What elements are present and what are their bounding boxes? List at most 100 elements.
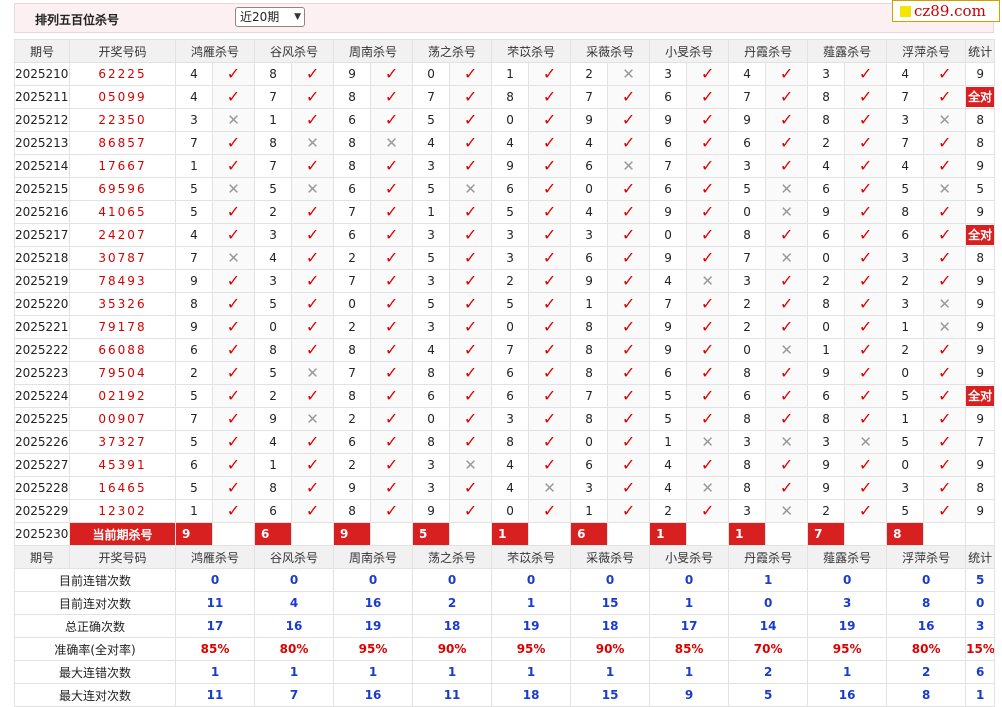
check-icon: ✓ [305,248,320,267]
result-mark-cell: ✓ [370,62,414,86]
site-logo[interactable]: cz89.com [892,0,1000,22]
summary-value: 1 [649,591,730,615]
draw-number-cell: 41065 [69,200,176,224]
check-icon: ✓ [463,248,478,267]
check-icon: ✓ [463,363,478,382]
check-icon: ✓ [463,432,478,451]
result-mark-cell: ✕ [765,200,809,224]
check-icon: ✓ [779,271,794,290]
summary-value: 19 [491,614,572,638]
result-mark-cell: ✓ [370,384,414,408]
kill-number-cell: 5 [886,430,925,454]
period-select[interactable]: 近20期 ▼ [235,7,305,27]
check-icon: ✓ [858,133,873,152]
column-header: 小旻杀号 [649,545,730,569]
kill-number-cell: 4 [570,200,609,224]
result-mark-cell: ✕ [844,430,888,454]
summary-value: 11 [174,683,256,707]
column-header: 荡之杀号 [412,39,493,63]
cross-icon: ✕ [306,409,319,428]
result-mark-cell: ✓ [211,361,256,385]
current-empty-cell [923,522,967,546]
kill-number-cell: 9 [649,315,688,339]
check-icon: ✓ [542,248,557,267]
result-mark-cell: ✓ [211,384,256,408]
result-mark-cell: ✓ [291,292,335,316]
kill-number-cell: 2 [254,384,293,408]
result-mark-cell: ✓ [607,476,651,500]
result-mark-cell: ✓ [765,62,809,86]
check-icon: ✓ [621,110,636,129]
cross-icon: ✕ [859,432,872,451]
summary-value: 16 [333,683,414,707]
check-icon: ✓ [621,501,636,520]
issue-cell: 2025211 [14,85,70,109]
kill-number-cell: 1 [175,499,213,523]
column-header: 丹霞杀号 [728,545,809,569]
result-mark-cell: ✓ [844,361,888,385]
check-icon: ✓ [779,363,794,382]
summary-value: 3 [965,614,996,638]
kill-number-cell: 8 [728,476,767,500]
summary-value: 16 [886,614,967,638]
stat-cell: 全对 [965,223,996,247]
result-mark-cell: ✓ [844,223,888,247]
check-icon: ✓ [858,248,873,267]
check-icon: ✓ [305,225,320,244]
table-row: 2025229 12302 1 ✓ 6 ✓ 8 ✓ 9 ✓ 0 ✓ 1 ✓ 2 ✓ 3 ✕ 2 ✓ 5 ✓ 9 [14,499,996,523]
check-icon: ✓ [384,386,399,405]
kill-number-cell: 7 [649,292,688,316]
draw-number-cell: 05099 [69,85,176,109]
cross-icon: ✕ [938,317,951,336]
kill-number-cell: 4 [491,476,530,500]
stat-cell: 5 [965,177,996,201]
result-mark-cell: ✓ [686,361,730,385]
check-icon: ✓ [937,363,952,382]
column-header: 浮萍杀号 [886,545,967,569]
cross-icon: ✕ [938,294,951,313]
check-icon: ✓ [700,340,715,359]
issue-cell: 2025213 [14,131,70,155]
kill-number-cell: 7 [333,361,372,385]
check-icon: ✓ [858,110,873,129]
kill-number-cell: 9 [807,361,846,385]
result-mark-cell: ✓ [686,453,730,477]
check-icon: ✓ [779,133,794,152]
check-icon: ✓ [463,478,478,497]
table-row: 2025223 79504 2 ✓ 5 ✕ 7 ✓ 8 ✓ 6 ✓ 8 ✓ 6 ✓ 8 ✓ 9 ✓ 0 ✓ 9 [14,361,996,385]
check-icon: ✓ [700,179,715,198]
kill-number-cell: 5 [175,384,213,408]
check-icon: ✓ [858,64,873,83]
check-icon: ✓ [621,478,636,497]
check-icon: ✓ [384,294,399,313]
kill-number-cell: 3 [807,62,846,86]
column-header: 期号 [14,39,70,63]
kill-number-cell: 9 [807,200,846,224]
cross-icon: ✕ [780,501,793,520]
kill-number-cell: 6 [570,154,609,178]
stat-cell: 全对 [965,85,996,109]
summary-row: 最大连对次数 11 7 16 11 18 15 9 5 16 8 1 [14,683,996,707]
result-mark-cell: ✓ [370,453,414,477]
draw-number-cell: 22350 [69,108,176,132]
result-mark-cell: ✕ [923,292,967,316]
result-mark-cell: ✓ [765,407,809,431]
result-mark-cell: ✓ [765,453,809,477]
kill-number-cell: 2 [649,499,688,523]
check-icon: ✓ [858,501,873,520]
kill-number-cell: 4 [649,269,688,293]
draw-number-cell: 00907 [69,407,176,431]
check-icon: ✓ [542,432,557,451]
draw-number-cell: 37327 [69,430,176,454]
check-icon: ✓ [463,294,478,313]
summary-value: 9 [649,683,730,707]
result-mark-cell: ✓ [607,430,651,454]
check-icon: ✓ [384,455,399,474]
summary-value: 90% [570,637,651,661]
result-mark-cell: ✓ [211,407,256,431]
check-icon: ✓ [937,340,952,359]
check-icon: ✓ [779,156,794,175]
kill-number-cell: 9 [175,315,213,339]
current-kill-number: 9 [175,522,213,546]
current-kill-number: 7 [807,522,846,546]
